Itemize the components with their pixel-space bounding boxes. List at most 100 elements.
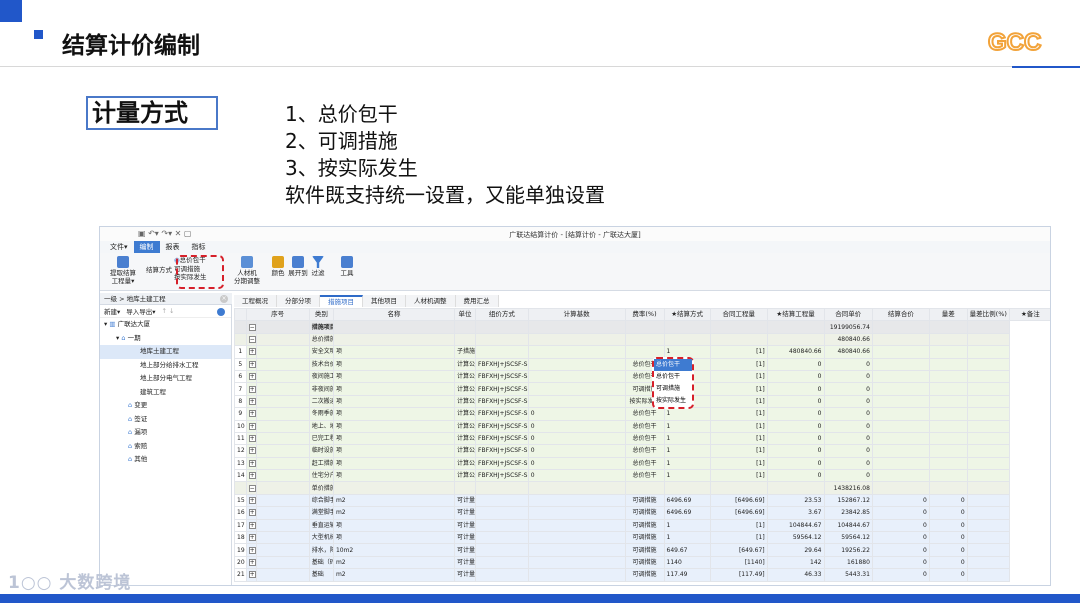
tree-item-electric[interactable]: 地上部分电气工程 [100, 372, 231, 386]
table-cell[interactable] [453, 332, 477, 347]
table-cell[interactable]: [1140] [709, 555, 768, 570]
table-cell[interactable]: 项 [332, 444, 456, 458]
table-cell[interactable]: 5443.31 [823, 568, 873, 582]
table-cell[interactable]: 0 [871, 555, 930, 570]
table-cell[interactable] [928, 382, 968, 396]
table-row[interactable]: 14+011707011001 住宅分户验收项 计算公式组价FBFXHJ+JSCSF… [234, 469, 1051, 483]
table-cell[interactable]: 649.67 [663, 543, 711, 557]
table-cell[interactable]: 总价包干 [624, 407, 665, 421]
col-settle-total[interactable]: 结算合价 [871, 307, 930, 322]
table-cell[interactable]: 6496.69 [663, 493, 711, 508]
table-cell[interactable]: 项 [332, 456, 456, 471]
table-cell[interactable] [527, 345, 626, 359]
table-cell[interactable]: 1140 [663, 555, 711, 570]
tree-item-other[interactable]: ⌂ 其他 [100, 453, 231, 467]
table-cell[interactable]: 项 [332, 431, 456, 446]
table-cell[interactable]: 0 [823, 407, 873, 421]
table-cell[interactable] [966, 320, 1010, 334]
table-cell[interactable]: 基础（砖胎模） [308, 555, 334, 570]
tree-item-project[interactable]: ▾ ▥ 广联达大厦 [100, 318, 231, 332]
table-cell[interactable] [966, 382, 1010, 396]
table-cell[interactable] [256, 543, 310, 557]
table-cell[interactable]: 项 [332, 469, 456, 483]
table-cell[interactable]: 0 [527, 407, 626, 421]
table-cell[interactable]: 0 [823, 431, 873, 446]
table-cell[interactable]: 项 [332, 394, 456, 409]
table-cell[interactable]: 计算公式组价 [453, 394, 477, 409]
table-cell[interactable]: FBFXHJ+JSCSF-SBF-JSCS_SBF [475, 419, 529, 433]
table-cell[interactable] [709, 481, 768, 495]
table-cell[interactable]: 10 [234, 419, 247, 433]
close-icon[interactable]: × [220, 295, 228, 303]
expand-toggle-icon[interactable]: + [248, 410, 256, 418]
table-cell[interactable]: 0 [928, 531, 968, 545]
table-cell[interactable] [234, 320, 247, 334]
table-cell[interactable]: 0 [527, 469, 626, 483]
table-cell[interactable] [966, 506, 1010, 520]
table-cell[interactable] [527, 493, 626, 508]
table-cell[interactable]: 项 [332, 518, 456, 533]
table-cell[interactable]: +011701001001 [245, 493, 258, 508]
table-cell[interactable] [766, 481, 825, 495]
expand-toggle-icon[interactable]: + [248, 534, 256, 542]
settings-icon[interactable] [217, 308, 225, 316]
expand-toggle-icon[interactable]: + [248, 546, 256, 554]
table-cell[interactable] [256, 506, 310, 520]
table-cell[interactable] [256, 394, 310, 409]
table-row[interactable]: − 单价措施 1438216.08 [234, 481, 1051, 495]
table-cell[interactable]: 1438216.08 [823, 481, 873, 495]
table-cell[interactable]: 117.49 [663, 568, 711, 582]
expand-toggle-icon[interactable]: + [248, 422, 256, 430]
table-cell[interactable] [966, 543, 1010, 557]
table-cell[interactable]: − [245, 481, 258, 495]
table-cell[interactable]: [6496.69] [709, 506, 768, 520]
tools-button[interactable]: 工具 [338, 256, 356, 277]
col-seq[interactable]: 序号 [245, 307, 310, 322]
table-cell[interactable]: 0 [823, 357, 873, 371]
table-cell[interactable] [256, 568, 310, 582]
table-cell[interactable]: 0 [766, 357, 825, 371]
table-cell[interactable] [871, 332, 930, 347]
table-cell[interactable] [527, 481, 626, 495]
table-cell[interactable] [966, 431, 1010, 446]
table-cell[interactable] [871, 407, 930, 421]
table-cell[interactable] [475, 531, 529, 545]
table-cell[interactable]: FBFXHJ+JSCSF-SBF-JSCS_SBF [475, 444, 529, 458]
table-cell[interactable] [966, 568, 1010, 582]
table-cell[interactable] [256, 369, 310, 384]
table-cell[interactable] [624, 320, 665, 334]
table-cell[interactable]: 可调措施 [624, 518, 665, 533]
col-rate[interactable]: 费率(%) [624, 307, 665, 322]
col-base[interactable]: 计算基数 [527, 307, 626, 322]
table-cell[interactable] [332, 481, 456, 495]
table-cell[interactable] [527, 320, 626, 334]
table-cell[interactable]: 计算公式组价 [453, 456, 477, 471]
col-qty-diff[interactable]: 量差 [928, 307, 968, 322]
table-cell[interactable]: 1 [663, 407, 711, 421]
table-cell[interactable]: +011705001001 [245, 531, 258, 545]
table-cell[interactable]: FBFXHJ+JSCSF-SBF-JSCS_SBF [475, 407, 529, 421]
table-cell[interactable]: 二次搬运 [308, 394, 334, 409]
table-cell[interactable]: +011706002001 [245, 543, 258, 557]
tab-measures[interactable]: 措施项目 [320, 295, 363, 307]
table-cell[interactable]: 1 [663, 531, 711, 545]
table-cell[interactable]: 152867.12 [823, 493, 873, 508]
table-cell[interactable] [966, 518, 1010, 533]
table-cell[interactable]: 已完工程及设备保护 [308, 431, 334, 446]
col-unit[interactable]: 单位 [453, 307, 477, 322]
table-cell[interactable]: 9 [234, 407, 247, 421]
table-cell[interactable] [527, 555, 626, 570]
table-cell[interactable]: 可调措施 [624, 506, 665, 520]
table-cell[interactable]: 0 [823, 382, 873, 396]
table-cell[interactable] [663, 320, 711, 334]
table-cell[interactable]: +011703001001 [245, 518, 258, 533]
table-cell[interactable]: [117.49] [709, 568, 768, 582]
tree-item-building[interactable]: 建筑工程 [100, 386, 231, 400]
table-row[interactable]: 12+011707008001 临时设施项 计算公式组价FBFXHJ+JSCSF-S… [234, 444, 1051, 458]
table-cell[interactable]: 计算公式组价 [453, 431, 477, 446]
table-cell[interactable]: 0 [766, 394, 825, 409]
table-cell[interactable]: 可调措施 [624, 543, 665, 557]
table-cell[interactable]: 1 [234, 345, 247, 359]
table-cell[interactable]: 可调措施 [624, 531, 665, 545]
table-cell[interactable]: 0 [766, 431, 825, 446]
